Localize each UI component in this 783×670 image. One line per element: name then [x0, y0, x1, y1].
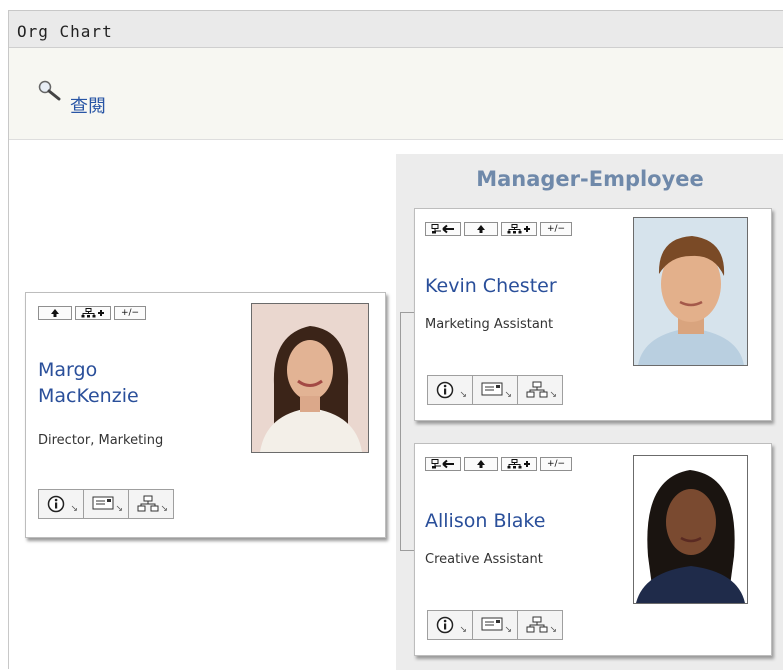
- card-actions: ↘ ↘ ↘: [427, 610, 563, 640]
- person-photo: [633, 455, 748, 604]
- email-icon: [481, 382, 503, 396]
- person-card-kevin[interactable]: +/− Kevin Chester Marketing Assistant ↘ …: [414, 208, 772, 421]
- org-chart-button[interactable]: ↘: [517, 375, 563, 405]
- org-chart-canvas: Manager-Employee +/− Margo MacKenzie Dir…: [9, 140, 783, 670]
- person-name[interactable]: Kevin Chester: [425, 273, 557, 299]
- info-icon: [436, 381, 454, 399]
- goto-manager-button[interactable]: [425, 222, 461, 236]
- magnifier-icon: [38, 80, 61, 101]
- expand-reports-icon: [81, 308, 104, 318]
- up-arrow-icon: [477, 225, 485, 233]
- org-chart-icon: [137, 495, 159, 512]
- info-icon: [47, 495, 65, 513]
- person-photo: [251, 303, 369, 453]
- expand-reports-button[interactable]: [501, 222, 537, 236]
- person-title: Marketing Assistant: [425, 317, 554, 332]
- panel-title: Manager-Employee: [476, 167, 704, 191]
- goto-manager-icon: [431, 459, 454, 469]
- person-name[interactable]: Margo MacKenzie: [38, 357, 188, 409]
- person-name[interactable]: Allison Blake: [425, 508, 545, 534]
- toggle-button[interactable]: +/−: [540, 222, 572, 236]
- window-title: Org Chart: [17, 22, 113, 41]
- card-toolbar: +/−: [425, 457, 572, 471]
- info-button[interactable]: ↘: [427, 375, 473, 405]
- org-chart-button[interactable]: ↘: [517, 610, 563, 640]
- goto-manager-button[interactable]: [425, 457, 461, 471]
- person-title: Director, Marketing: [38, 433, 164, 448]
- email-icon: [481, 617, 503, 631]
- org-chart-icon: [526, 381, 548, 398]
- toggle-button[interactable]: +/−: [114, 306, 146, 320]
- expand-reports-button[interactable]: [75, 306, 111, 320]
- goto-manager-icon: [431, 224, 454, 234]
- info-button[interactable]: ↘: [427, 610, 473, 640]
- up-arrow-icon: [477, 460, 485, 468]
- person-card-margo[interactable]: +/− Margo MacKenzie Director, Marketing …: [25, 292, 386, 538]
- expand-reports-icon: [507, 224, 530, 234]
- person-photo: [633, 217, 748, 366]
- connector-line: [400, 312, 401, 550]
- connector-line: [400, 550, 414, 551]
- up-arrow-button[interactable]: [464, 222, 498, 236]
- lookup-label[interactable]: 查閱: [70, 92, 106, 118]
- up-arrow-button[interactable]: [464, 457, 498, 471]
- up-arrow-icon: [51, 309, 59, 317]
- org-chart-icon: [526, 616, 548, 633]
- card-actions: ↘ ↘ ↘: [38, 489, 174, 519]
- toggle-button[interactable]: +/−: [540, 457, 572, 471]
- email-button[interactable]: ↘: [472, 375, 518, 405]
- up-arrow-button[interactable]: [38, 306, 72, 320]
- card-toolbar: +/−: [38, 306, 146, 320]
- card-actions: ↘ ↘ ↘: [427, 375, 563, 405]
- info-icon: [436, 616, 454, 634]
- email-button[interactable]: ↘: [83, 489, 129, 519]
- info-button[interactable]: ↘: [38, 489, 84, 519]
- person-card-allison[interactable]: +/− Allison Blake Creative Assistant ↘ ↘…: [414, 443, 772, 656]
- card-toolbar: +/−: [425, 222, 572, 236]
- toolbar: 查閱: [9, 48, 783, 140]
- org-chart-button[interactable]: ↘: [128, 489, 174, 519]
- connector-line: [400, 312, 414, 313]
- email-button[interactable]: ↘: [472, 610, 518, 640]
- expand-reports-icon: [507, 459, 530, 469]
- email-icon: [92, 496, 114, 510]
- expand-reports-button[interactable]: [501, 457, 537, 471]
- window-titlebar: Org Chart: [9, 11, 783, 48]
- person-title: Creative Assistant: [425, 552, 543, 567]
- org-chart-window: Org Chart 查閱 Manager-Employee +/− Margo …: [8, 10, 783, 670]
